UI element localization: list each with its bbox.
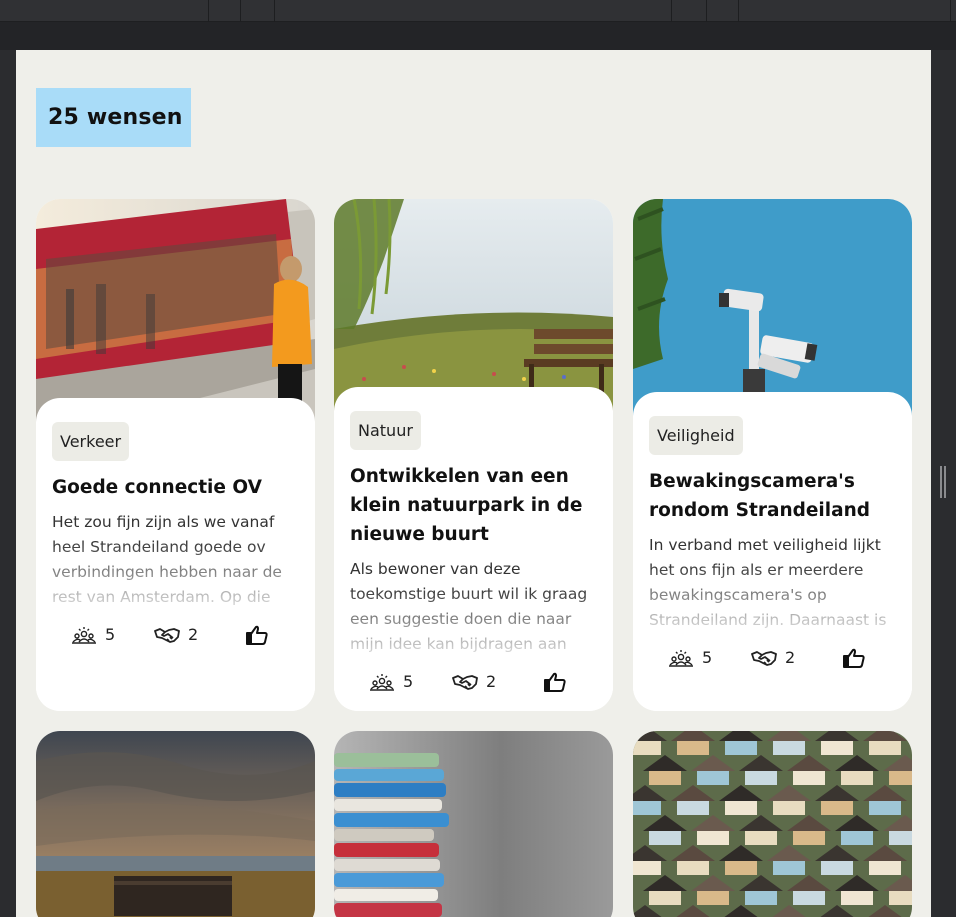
page-title: 25 wensen: [36, 88, 191, 147]
partners-count: 2: [452, 672, 496, 691]
browser-toolbar: [0, 0, 956, 22]
houses-aerial-photo: [633, 731, 912, 917]
thumbs-up-icon: [544, 672, 566, 692]
resize-handle[interactable]: [940, 466, 946, 498]
card-title[interactable]: Goede connectie OV: [52, 473, 299, 502]
wishes-page: 25 wensen Verkeer Goede connectie OV Het…: [16, 50, 931, 917]
like-button[interactable]: [246, 625, 268, 645]
like-button[interactable]: [544, 672, 566, 692]
card-description: In verband met veiligheid lijkt het ons …: [649, 533, 896, 633]
supporters-count: 5: [369, 672, 413, 691]
community-icon: [668, 649, 694, 667]
category-chip[interactable]: Veiligheid: [649, 416, 743, 455]
bench-sunset-photo: [36, 731, 315, 917]
wishes-count-title: 25 wensen: [48, 105, 183, 130]
train-platform-photo: [36, 199, 315, 429]
wish-card[interactable]: Natuur Ontwikkelen van een klein natuurp…: [334, 199, 613, 711]
wish-card[interactable]: Verkeer Goede connectie OV Het zou fijn …: [36, 199, 315, 711]
book-stack-photo: [334, 731, 613, 917]
browser-subbar: [0, 22, 956, 50]
wish-card[interactable]: [36, 731, 315, 917]
wish-card[interactable]: Veiligheid Bewakingscamera's rondom Stra…: [633, 199, 912, 711]
meadow-bench-photo: [334, 199, 613, 419]
handshake-icon: [154, 626, 180, 644]
supporters-count: 5: [71, 625, 115, 644]
security-camera-photo: [633, 199, 912, 424]
partners-count: 2: [154, 625, 198, 644]
card-title[interactable]: Ontwikkelen van een klein natuurpark in …: [350, 462, 597, 549]
wish-card[interactable]: [633, 731, 912, 917]
category-chip[interactable]: Verkeer: [52, 422, 130, 461]
handshake-icon: [452, 673, 478, 691]
category-chip[interactable]: Natuur: [350, 411, 421, 450]
card-description: Als bewoner van deze toekomstige buurt w…: [350, 557, 597, 657]
supporters-count: 5: [668, 648, 712, 667]
card-description: Het zou fijn zijn als we vanaf heel Stra…: [52, 510, 299, 610]
like-button[interactable]: [843, 648, 865, 668]
card-title[interactable]: Bewakingscamera's rondom Strandeiland: [649, 467, 896, 525]
community-icon: [71, 626, 97, 644]
handshake-icon: [751, 649, 777, 667]
partners-count: 2: [751, 648, 795, 667]
community-icon: [369, 673, 395, 691]
thumbs-up-icon: [843, 648, 865, 668]
wish-card[interactable]: [334, 731, 613, 917]
thumbs-up-icon: [246, 625, 268, 645]
